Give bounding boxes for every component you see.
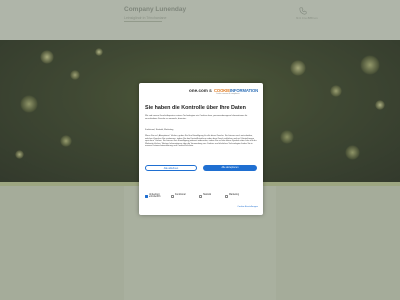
intro-text: Wir und unsere Geschäftspartner nutzen T… — [145, 115, 248, 120]
consent-checkboxes: Unbedingt erforderlich Funktional Statis… — [145, 193, 257, 199]
brand-ampersand: & — [209, 88, 212, 93]
checkbox-functional-box[interactable] — [171, 194, 174, 198]
details-text: Wenn Sie auf „Akzeptieren" klicken, gebe… — [145, 135, 257, 148]
dialog-title: Sie haben die Kontrolle über Ihre Daten — [145, 105, 246, 111]
checkbox-statistics-box[interactable] — [199, 194, 202, 198]
checkbox-marketing-label: Marketing — [229, 193, 240, 196]
cookie-consent-dialog: one.com & COOKIEINFORMATION Cookie conse… — [139, 83, 263, 215]
checkbox-marketing-box[interactable] — [225, 194, 228, 198]
checkbox-statistics-label: Statistik — [203, 193, 212, 196]
checkbox-necessary-label: Unbedingt erforderlich — [149, 193, 161, 198]
checkbox-necessary-box[interactable] — [145, 194, 148, 198]
purposes-text: Funktional, Statistik, Marketing — [145, 129, 174, 131]
brand-logo: one.com & COOKIEINFORMATION Cookie conse… — [189, 88, 259, 96]
brand-one-com: one.com — [189, 88, 208, 93]
brand-tagline: Cookie consent & compliance — [216, 93, 240, 95]
checkbox-functional-label: Funktional — [175, 193, 186, 196]
reject-all-button[interactable]: Alle ablehnen — [145, 165, 197, 171]
accept-all-button[interactable]: Alle akzeptieren — [203, 165, 257, 171]
cookie-settings-link[interactable]: Cookie-Einstellungen — [237, 206, 258, 208]
